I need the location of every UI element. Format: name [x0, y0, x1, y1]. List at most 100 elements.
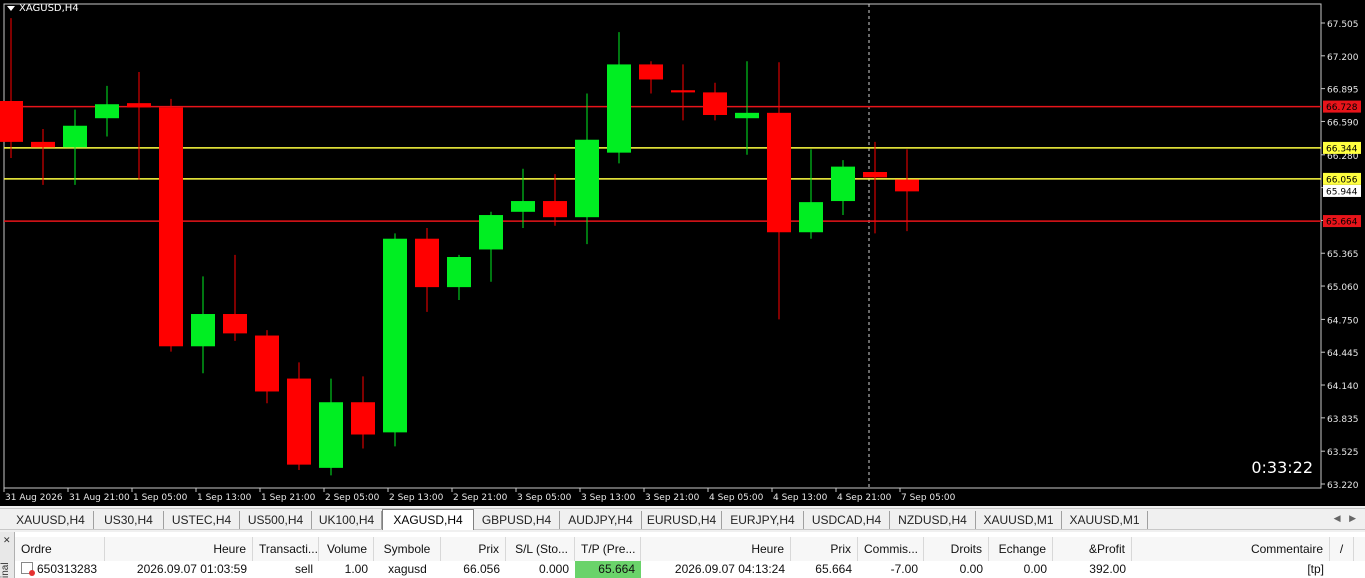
tab-xauusd-m1[interactable]: XAUUSD,M1: [976, 511, 1062, 529]
table-cell: 0.00: [1023, 562, 1047, 576]
candle-body[interactable]: [607, 64, 631, 153]
tab-xauusd-h4[interactable]: XAUUSD,H4: [8, 511, 94, 529]
candle-body[interactable]: [543, 201, 567, 218]
column-header[interactable]: T/P (Pre...: [575, 537, 641, 561]
column-header[interactable]: Volume: [319, 537, 374, 561]
chart-symbol-label: XAGUSD,H4: [19, 3, 79, 14]
candle-body[interactable]: [191, 314, 215, 347]
candle-body[interactable]: [287, 378, 311, 465]
column-header[interactable]: S/L (Sto...: [506, 537, 575, 561]
tab-scroll-arrows-icon[interactable]: ◀ ▶: [1334, 513, 1359, 524]
table-cell: [1330, 561, 1354, 578]
candle-body[interactable]: [479, 215, 503, 250]
candle-body[interactable]: [799, 202, 823, 233]
column-header[interactable]: Ordre: [15, 537, 105, 561]
candle-body[interactable]: [63, 125, 87, 148]
order-closed-icon: [21, 562, 35, 576]
table-cell: 2026.09.07 04:13:24: [674, 562, 785, 576]
tab-ustec-h4[interactable]: USTEC,H4: [164, 511, 240, 529]
candle-body[interactable]: [735, 112, 759, 119]
candle-body[interactable]: [319, 402, 343, 468]
table-cell: sell: [294, 562, 313, 576]
tab-eurjpy-h4[interactable]: EURJPY,H4: [722, 511, 804, 529]
candle-body[interactable]: [31, 141, 55, 148]
tab-xauusd-m1[interactable]: XAUUSD,M1: [1062, 511, 1148, 529]
table-row[interactable]: 650313283 2026.09.07 01:03:59 sell 1.00 xagu…: [15, 561, 1365, 578]
column-header[interactable]: Commis...: [858, 537, 924, 561]
close-icon[interactable]: ✕: [3, 535, 11, 546]
column-header[interactable]: Heure: [641, 537, 791, 561]
column-header[interactable]: Prix: [441, 537, 506, 561]
candle-body[interactable]: [223, 314, 247, 334]
table-cell: 66.056: [463, 562, 500, 576]
tab-usdcad-h4[interactable]: USDCAD,H4: [804, 511, 890, 529]
column-header[interactable]: Heure: [105, 537, 253, 561]
chart-menu-triangle-icon[interactable]: [7, 6, 15, 11]
price-tick-label: 67.505: [1327, 20, 1359, 30]
chart-title[interactable]: XAGUSD,H4: [7, 3, 79, 14]
table-cell: 1.00: [344, 562, 368, 576]
candle-body[interactable]: [127, 103, 151, 108]
level-price-label: 65.944: [1326, 187, 1358, 197]
candle-body[interactable]: [255, 335, 279, 392]
terminal-side-strip: ✕ inal: [0, 532, 15, 578]
column-header[interactable]: Symbole: [374, 537, 441, 561]
history-table-header: Ordre Heure Transacti... Volume Symbole Prix S…: [15, 537, 1365, 562]
candle-body[interactable]: [447, 256, 471, 288]
candle-body[interactable]: [159, 107, 183, 347]
candle-body[interactable]: [351, 402, 375, 435]
price-tick-label: 65.060: [1327, 283, 1359, 293]
tab-audjpy-h4[interactable]: AUDJPY,H4: [560, 511, 642, 529]
candle-body[interactable]: [511, 201, 535, 212]
level-price-label: 66.056: [1326, 175, 1358, 185]
column-header[interactable]: Droits: [924, 537, 989, 561]
candle-body[interactable]: [767, 112, 791, 233]
candle-body[interactable]: [0, 100, 23, 142]
tab-eurusd-h4[interactable]: EURUSD,H4: [642, 511, 722, 529]
column-header[interactable]: Commentaire: [1132, 537, 1330, 561]
candle-body[interactable]: [831, 166, 855, 202]
time-tick-label: 4 Sep 13:00: [773, 493, 828, 503]
time-tick-label: 2 Sep 05:00: [325, 493, 380, 503]
candle-body[interactable]: [383, 238, 407, 433]
price-tick-label: 66.895: [1327, 86, 1359, 96]
time-tick-label: 3 Sep 05:00: [517, 493, 572, 503]
candle-body[interactable]: [575, 139, 599, 218]
price-tick-label: 65.365: [1327, 250, 1359, 260]
candle-body[interactable]: [863, 172, 887, 178]
candle-body[interactable]: [895, 179, 919, 192]
tab-gbpusd-h4[interactable]: GBPUSD,H4: [474, 511, 560, 529]
column-header[interactable]: /: [1330, 537, 1354, 561]
tab-xagusd-h4[interactable]: XAGUSD,H4: [382, 509, 474, 530]
table-cell: -7.00: [890, 562, 918, 576]
table-cell: 65.664: [815, 562, 852, 576]
level-price-label: 66.728: [1326, 103, 1358, 113]
price-chart[interactable]: 67.50567.20066.89566.59066.28065.97565.6…: [0, 0, 1365, 506]
level-price-label: 65.664: [1326, 218, 1358, 228]
price-tick-label: 63.835: [1327, 415, 1359, 425]
price-tick-label: 64.140: [1327, 382, 1359, 392]
candle-body[interactable]: [639, 64, 663, 80]
time-tick-label: 1 Sep 05:00: [133, 493, 188, 503]
column-header[interactable]: Prix: [791, 537, 858, 561]
table-cell: 0.000: [538, 562, 569, 576]
tab-us500-h4[interactable]: US500,H4: [240, 511, 312, 529]
table-cell: 650313283: [15, 561, 105, 578]
time-tick-label: 2 Sep 21:00: [453, 493, 508, 503]
candle-body[interactable]: [703, 92, 727, 115]
chart-tabs-bar: XAUUSD,H4 US30,H4 USTEC,H4 US500,H4 UK100,H4…: [0, 508, 1365, 530]
candle-body[interactable]: [671, 90, 695, 93]
tab-nzdusd-h4[interactable]: NZDUSD,H4: [890, 511, 976, 529]
terminal-panel: ✕ inal Ordre Heure Transacti... Volume Symbo…: [0, 532, 1365, 578]
candle-body[interactable]: [95, 104, 119, 119]
tab-uk100-h4[interactable]: UK100,H4: [312, 511, 382, 529]
tab-us30-h4[interactable]: US30,H4: [94, 511, 164, 529]
candle-body[interactable]: [415, 238, 439, 288]
column-header[interactable]: Transacti...: [253, 537, 319, 561]
time-tick-label: 3 Sep 21:00: [645, 493, 700, 503]
column-header[interactable]: Echange: [989, 537, 1053, 561]
time-tick-label: 1 Sep 13:00: [197, 493, 252, 503]
time-tick-label: 7 Sep 05:00: [901, 493, 956, 503]
column-header[interactable]: &Profit: [1053, 537, 1132, 561]
time-tick-label: 3 Sep 13:00: [581, 493, 636, 503]
